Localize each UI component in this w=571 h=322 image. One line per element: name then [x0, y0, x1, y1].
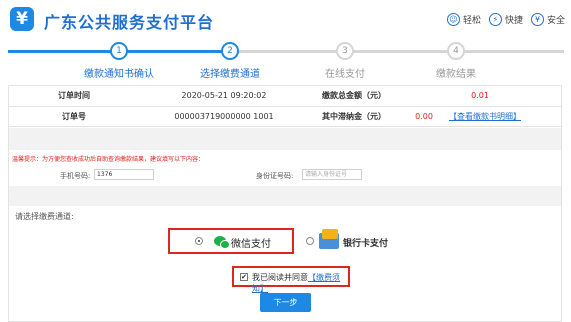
warning-text: 温馨提示：为方便您查收成功后自助查询缴款结果，建议填写以下内容： — [12, 156, 205, 163]
yen-logo-icon: ¥ — [10, 7, 34, 31]
step-3-marker: 3 — [336, 42, 354, 60]
payment-panel: 订单时间 2020-05-21 09:20:02 缴款总金额（元） 0.01 订… — [8, 85, 562, 322]
id-label: 身份证号码: — [256, 172, 294, 180]
view-detail-link[interactable]: 【查看缴款书明细】 — [449, 112, 521, 121]
shield-yen-icon: ¥ — [530, 13, 544, 26]
agreement-box: ✔ 我已阅读并同意【缴费须知】 — [232, 266, 350, 293]
lightning-icon: ⚡ — [488, 13, 502, 26]
progress-steps: 1 2 3 4 缴款通知书确认 选择缴费通道 在线支付 缴款结果 — [8, 38, 564, 82]
step-2-marker: 2 — [221, 42, 239, 60]
id-number-input[interactable]: 请输入身份证号 — [302, 169, 362, 180]
agree-checkbox[interactable]: ✔ — [240, 273, 248, 281]
order-no-value: 000003719000000 1001 — [139, 106, 309, 127]
bank-card-option[interactable]: 银行卡支付 — [303, 229, 413, 254]
step-line-pending — [230, 50, 564, 53]
feature-secure: ¥ 安全 — [530, 13, 565, 26]
order-time-value: 2020-05-21 09:20:02 — [139, 86, 309, 107]
late-fee-label: 其中滞纳金（元） — [309, 106, 399, 127]
contact-fields: 手机号码: 1376 身份证号码: 请输入身份证号 — [9, 164, 561, 186]
channel-prompt: 请选择缴费通道: — [15, 212, 74, 221]
next-step-button[interactable]: 下一步 — [260, 293, 311, 312]
order-time-label: 订单时间 — [9, 86, 139, 107]
step-1-label: 缴款通知书确认 — [84, 69, 154, 80]
wechat-pay-label: 微信支付 — [231, 239, 271, 250]
agree-label: 我已阅读并同意【缴费须知】 — [252, 272, 348, 294]
agree-text: 我已阅读并同意 — [252, 273, 308, 282]
step-4-marker: 4 — [447, 42, 465, 60]
phone-label: 手机号码: — [60, 172, 91, 180]
step-4-label: 缴款结果 — [436, 69, 476, 80]
bank-card-icon — [319, 229, 339, 249]
header-features: ☺ 轻松 ⚡ 快捷 ¥ 安全 — [446, 13, 565, 26]
step-2-label: 选择缴费通道 — [200, 69, 260, 80]
feature-easy: ☺ 轻松 — [446, 13, 481, 26]
wechat-pay-option[interactable]: 微信支付 — [168, 228, 294, 254]
order-no-label: 订单号 — [9, 106, 139, 127]
wechat-radio[interactable] — [195, 237, 203, 245]
feature-secure-label: 安全 — [546, 16, 565, 26]
feature-fast: ⚡ 快捷 — [488, 13, 523, 26]
order-table: 订单时间 2020-05-21 09:20:02 缴款总金额（元） 0.01 订… — [9, 86, 561, 127]
table-row: 订单时间 2020-05-21 09:20:02 缴款总金额（元） 0.01 — [9, 86, 561, 107]
feature-easy-label: 轻松 — [462, 16, 481, 26]
bank-card-label: 银行卡支付 — [343, 239, 389, 249]
late-fee-value: 0.00 — [399, 106, 449, 127]
phone-input[interactable]: 1376 — [94, 169, 154, 180]
table-row: 订单号 000003719000000 1001 其中滞纳金（元） 0.00 【… — [9, 106, 561, 127]
header: ¥ 广东公共服务支付平台 ☺ 轻松 ⚡ 快捷 ¥ 安全 — [0, 0, 571, 40]
spacer-bar — [9, 186, 561, 206]
feature-fast-label: 快捷 — [504, 16, 523, 26]
total-amount-value: 0.01 — [399, 86, 561, 107]
smile-icon: ☺ — [446, 13, 460, 26]
total-amount-label: 缴款总金额（元） — [309, 86, 399, 107]
bank-card-radio[interactable] — [306, 237, 314, 245]
step-1-marker: 1 — [110, 42, 128, 60]
step-3-label: 在线支付 — [325, 69, 365, 80]
page-title: 广东公共服务支付平台 — [44, 13, 215, 32]
spacer-bar — [9, 128, 561, 150]
wechat-icon — [214, 236, 230, 249]
